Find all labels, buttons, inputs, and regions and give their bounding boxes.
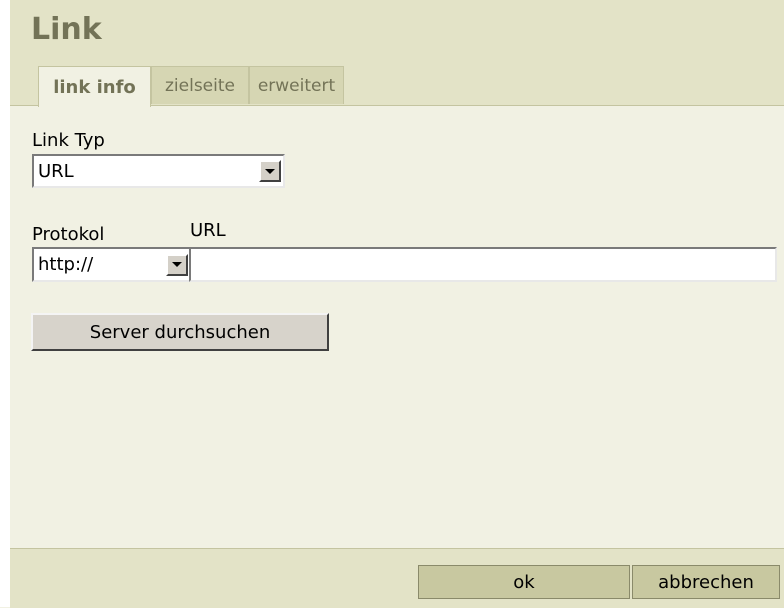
cancel-button-label: abbrechen [658, 571, 754, 593]
dialog-footer: ok abbrechen [10, 548, 784, 608]
tab-erweitert[interactable]: erweitert [249, 66, 344, 104]
protocol-label: Protokol [32, 224, 105, 245]
cancel-button[interactable]: abbrechen [632, 565, 780, 599]
tab-link-info[interactable]: link info [38, 66, 151, 107]
dialog-left-border [0, 0, 10, 607]
link-type-dropdown-button[interactable] [259, 160, 281, 182]
tab-link-info-label: link info [53, 76, 136, 98]
chevron-down-icon [172, 262, 182, 267]
protocol-select[interactable]: http:// [32, 247, 192, 282]
chevron-down-icon [265, 168, 275, 174]
tab-erweitert-label: erweitert [257, 75, 336, 96]
protocol-dropdown-button[interactable] [166, 253, 188, 276]
link-info-panel: Link Typ URL Protokol URL http:// Server… [10, 106, 784, 548]
dialog-title: Link [31, 12, 102, 47]
browse-server-button[interactable]: Server durchsuchen [31, 313, 329, 351]
link-type-select[interactable]: URL [32, 154, 285, 188]
url-label: URL [190, 220, 226, 241]
link-type-value: URL [38, 160, 74, 182]
ok-button[interactable]: ok [418, 565, 630, 599]
protocol-value: http:// [38, 254, 94, 275]
browse-server-label: Server durchsuchen [89, 321, 271, 343]
tab-zielseite[interactable]: zielseite [151, 66, 249, 104]
link-dialog: Link link info zielseite erweitert Link … [0, 0, 784, 608]
tab-zielseite-label: zielseite [165, 75, 235, 96]
link-type-label: Link Typ [32, 130, 105, 151]
ok-button-label: ok [513, 571, 535, 593]
url-input[interactable] [189, 247, 777, 282]
